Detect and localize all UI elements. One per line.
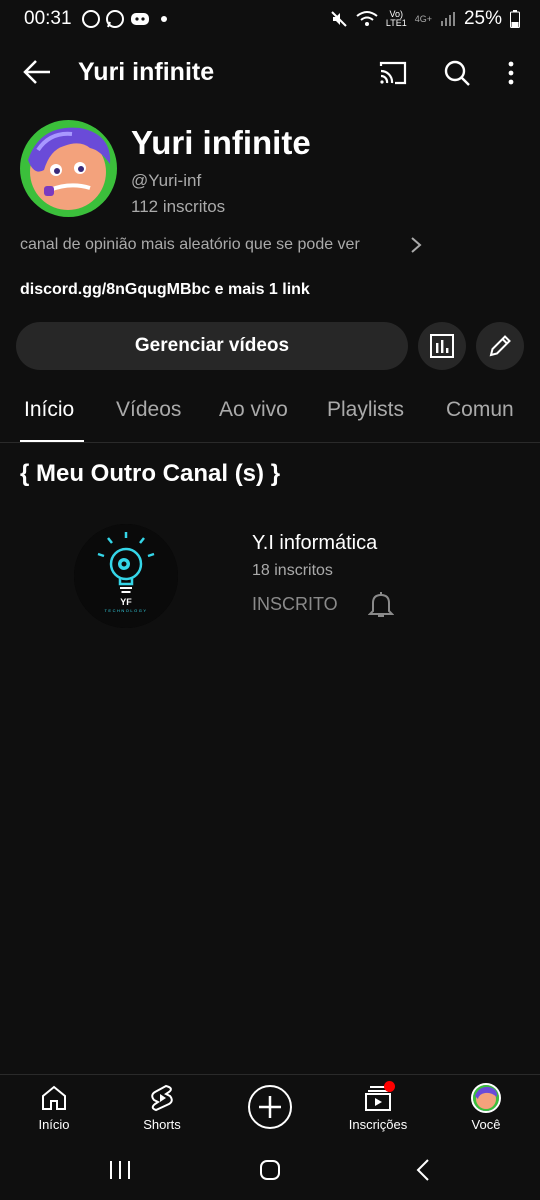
status-bar: 00:31 Vo) LTE1 4G+ 25% [0, 0, 540, 40]
bell-icon[interactable] [368, 590, 394, 618]
tab-ao-vivo[interactable]: Ao vivo [219, 398, 288, 422]
channel-description[interactable]: canal de opinião mais aleatório que se p… [20, 236, 360, 254]
home-icon [42, 1085, 66, 1110]
nav-inicio[interactable]: Início [9, 1083, 99, 1132]
more-notifications-dot [161, 16, 167, 22]
app-bar-title: Yuri infinite [78, 58, 215, 86]
featured-channel-subscribers: 18 inscritos [252, 562, 333, 579]
volte-indicator: Vo) LTE1 [385, 9, 407, 28]
network-gen-indicator: 4G+ [414, 13, 432, 24]
manage-videos-label: Gerenciar vídeos [134, 335, 290, 356]
bottom-navigation: Início Shorts Inscrições Você [0, 1074, 540, 1146]
subscribed-button[interactable]: INSCRITO [252, 594, 338, 615]
nav-shorts[interactable]: Shorts [117, 1083, 207, 1132]
notification-icons [82, 9, 167, 29]
nav-label-shorts: Shorts [143, 1117, 181, 1132]
channel-handle: @Yuri-inf [131, 171, 202, 190]
edit-channel-button[interactable] [476, 322, 524, 370]
whatsapp-icon [106, 10, 124, 28]
back-arrow-icon[interactable] [22, 58, 52, 86]
channel-tabs: Início Vídeos Ao vivo Playlists Comun [0, 384, 540, 443]
nav-label-inicio: Início [38, 1117, 70, 1132]
nav-inscricoes[interactable]: Inscrições [333, 1081, 423, 1132]
channel-name: Yuri infinite [131, 124, 311, 161]
featured-logo-subtext: TECHNOLOGY [104, 608, 148, 613]
nav-label-inscricoes: Inscrições [348, 1117, 408, 1132]
tab-videos[interactable]: Vídeos [116, 398, 181, 422]
tab-playlists[interactable]: Playlists [327, 398, 404, 422]
dnd-icon [82, 10, 100, 28]
system-back-icon[interactable] [412, 1158, 436, 1182]
chevron-right-icon[interactable] [408, 236, 424, 254]
featured-channel-avatar[interactable]: YF TECHNOLOGY [74, 524, 178, 628]
channel-avatar[interactable] [20, 120, 117, 217]
tab-comunidade[interactable]: Comun [446, 398, 514, 422]
cast-icon[interactable] [378, 58, 408, 88]
subscriber-count: 112 inscritos [131, 197, 226, 216]
status-time: 00:31 [24, 8, 72, 29]
channel-links[interactable]: discord.gg/8nGqugMBbc e mais 1 link [20, 281, 310, 299]
section-title: { Meu Outro Canal (s) } [20, 460, 281, 487]
manage-videos-button[interactable]: Gerenciar vídeos [16, 322, 408, 370]
mute-icon [331, 11, 347, 27]
recent-apps-icon[interactable] [108, 1158, 132, 1182]
analytics-icon [430, 334, 454, 358]
featured-logo-text: YF [120, 597, 132, 607]
battery-percent: 25% [463, 8, 502, 29]
battery-icon [510, 10, 520, 28]
system-navigation-bar [0, 1146, 540, 1200]
active-tab-indicator [20, 440, 84, 442]
pencil-icon [489, 335, 511, 357]
shorts-icon [151, 1084, 173, 1112]
search-icon[interactable] [442, 58, 472, 88]
new-content-dot [384, 1081, 395, 1092]
plus-icon [259, 1096, 281, 1118]
nav-voce[interactable]: Você [441, 1083, 531, 1132]
signal-icon [440, 12, 455, 26]
analytics-button[interactable] [418, 322, 466, 370]
discord-icon [131, 13, 149, 25]
create-button[interactable] [248, 1085, 292, 1129]
wifi-icon [356, 11, 378, 26]
tab-inicio[interactable]: Início [24, 398, 74, 422]
nav-label-voce: Você [471, 1117, 501, 1132]
more-vert-icon[interactable] [496, 58, 526, 88]
home-circle-icon[interactable] [258, 1158, 282, 1182]
you-avatar-icon [471, 1083, 501, 1113]
featured-channel-name[interactable]: Y.I informática [252, 532, 377, 555]
app-bar: Yuri infinite [0, 48, 540, 96]
